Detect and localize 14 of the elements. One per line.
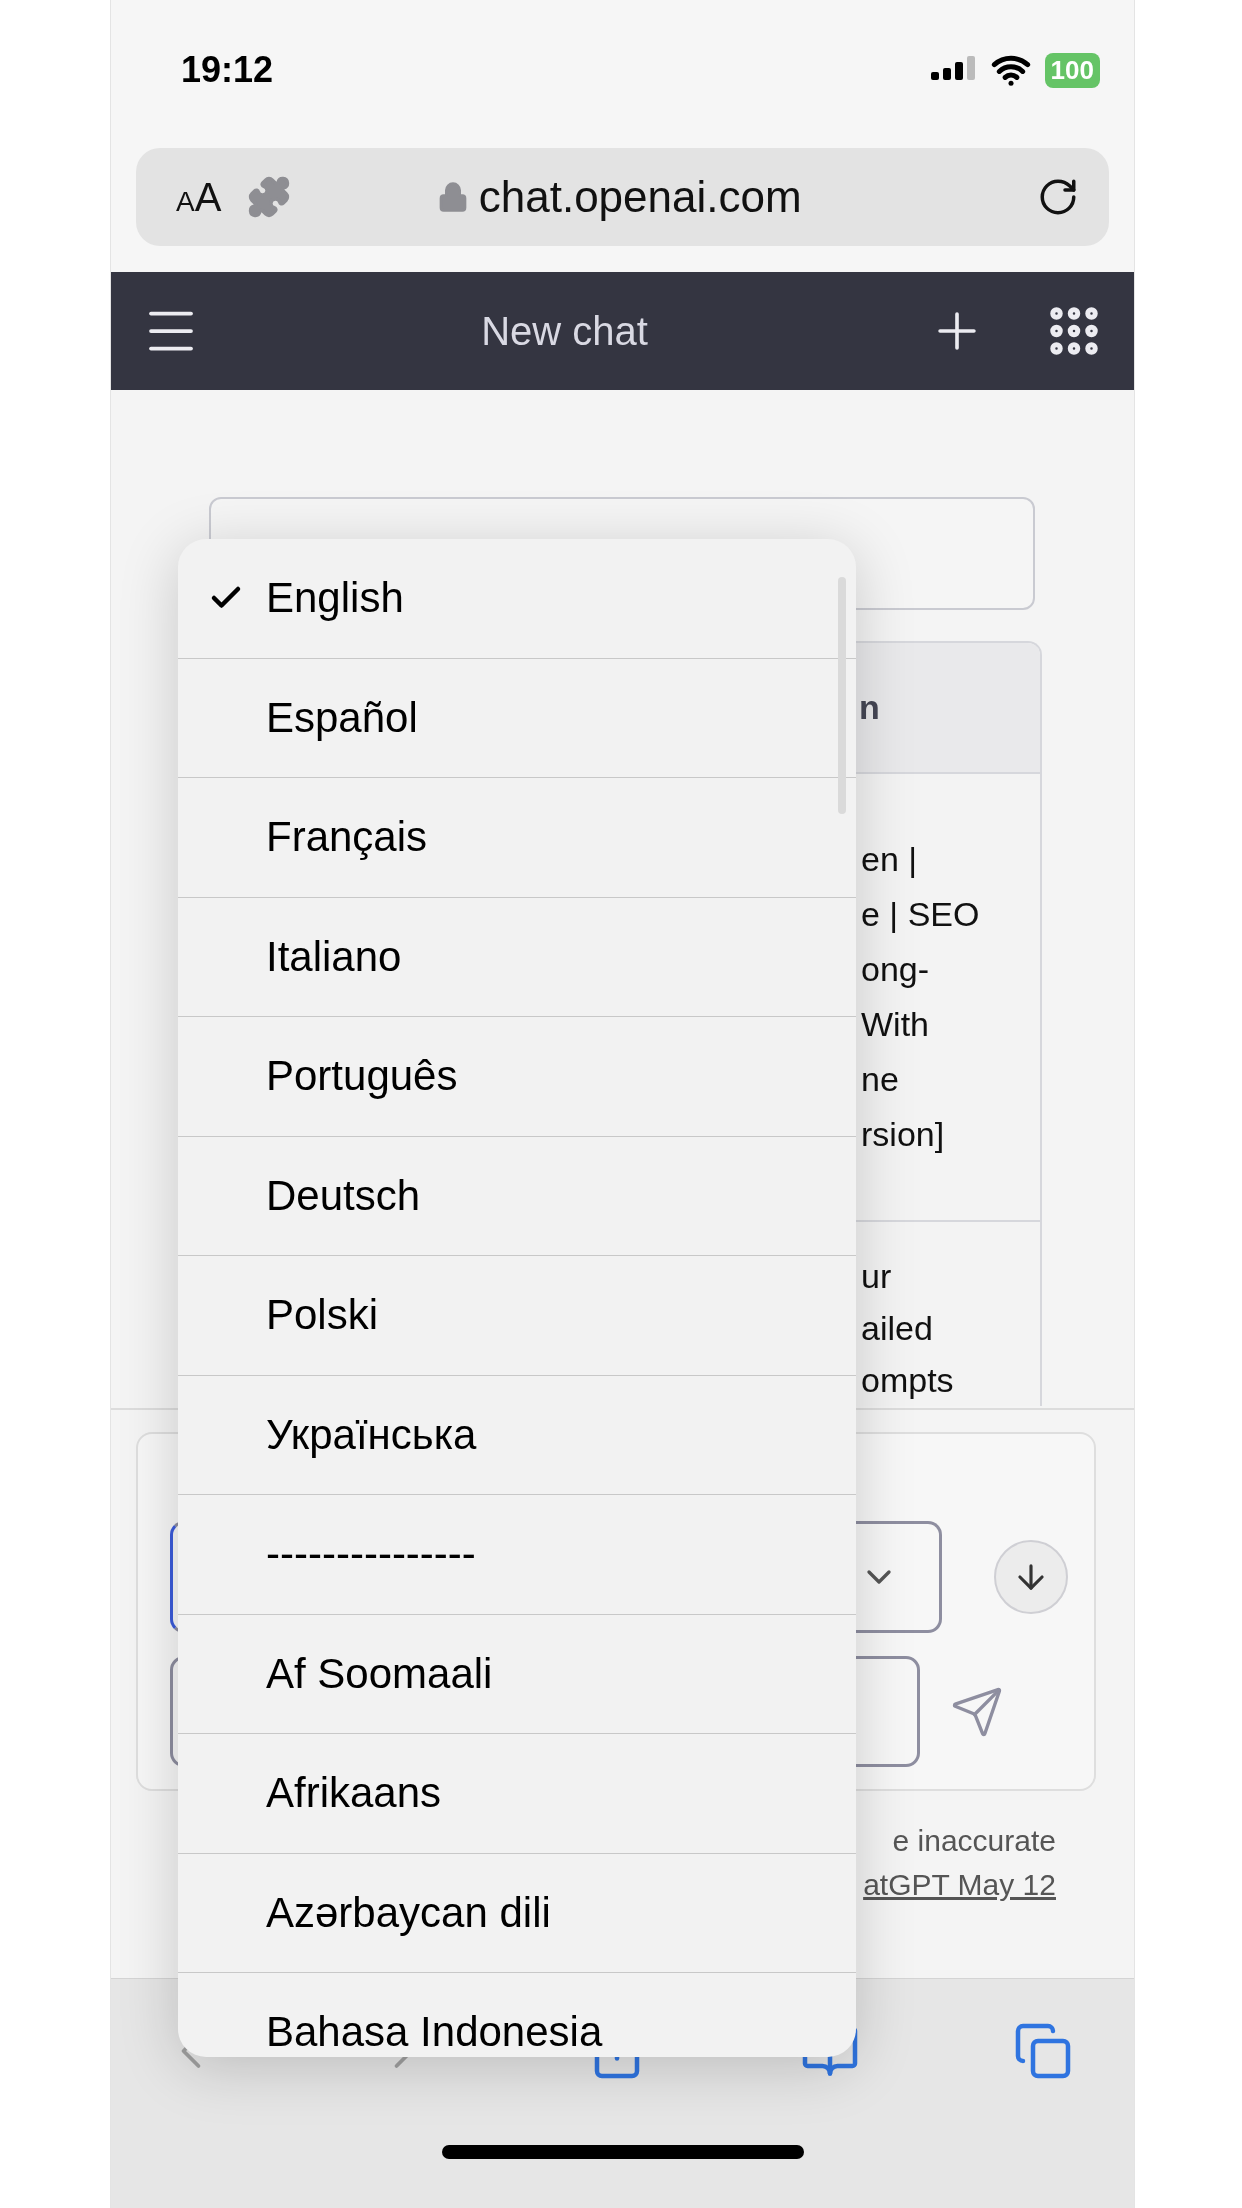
column-header: n [859, 688, 880, 727]
table-cell-text: ompts [861, 1360, 955, 1401]
page-title: New chat [480, 308, 649, 354]
table-cell-text: ong- [861, 949, 931, 990]
clock-time: 19:12 [181, 49, 275, 91]
table-cell-text: rsion] [861, 1114, 946, 1155]
table-cell-text: e | SEO [861, 894, 981, 935]
battery-level: 100 [1044, 52, 1100, 88]
disclaimer-text: e inaccurate [892, 1823, 1056, 1859]
table-cell-text: en | [861, 839, 919, 880]
table-cell-text: ailed [861, 1308, 934, 1349]
table-cell-text: ne [861, 1059, 900, 1100]
table-cell-text: With [861, 1004, 930, 1045]
table-cell-text: ur [861, 1256, 893, 1297]
